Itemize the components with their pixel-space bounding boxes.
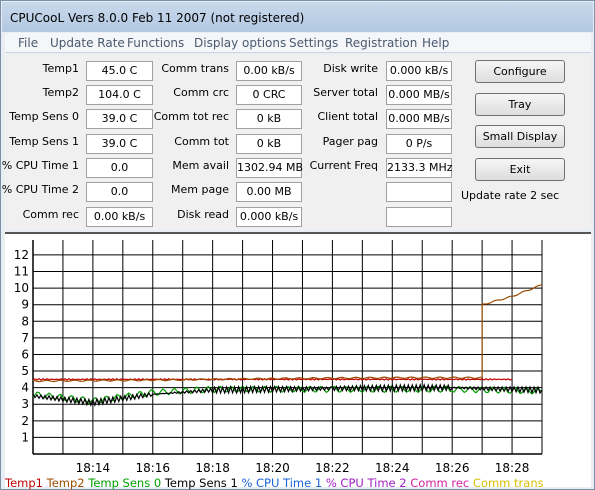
pager-pag-label: Pager pag [322, 135, 378, 148]
y-tick-label: 12 [14, 248, 29, 262]
mem-avail-value: 1302.94 MB [236, 158, 303, 178]
disk-write-value: 0.000 kB/s [386, 61, 452, 81]
configure-button[interactable]: Configure [475, 60, 565, 83]
comm-trans-value: 0.00 kB/s [236, 61, 302, 81]
window-title: CPUCooL Vers 8.0.0 Feb 11 2007 (not regi… [10, 11, 305, 25]
temp1-label: Temp1 [42, 62, 79, 75]
y-tick-label: 1 [21, 430, 29, 444]
x-tick-label: 18:16 [135, 461, 170, 475]
comm-tot-value: 0 kB [236, 134, 302, 154]
cpu-time1-label: % CPU Time 1 [1, 159, 79, 172]
legend-item-temp2: Temp2 [46, 476, 89, 490]
history-chart: 1 2 3 4 5 6 7 8 9 10 11 12 18:14 18:16 18:18 18:20 18:22… [5, 232, 591, 489]
chart-plot: 12345678910111218:14 18:16 18:18 18:20 18:22… [14, 240, 543, 475]
comm-tot-rec-label: Comm tot rec [153, 110, 229, 123]
x-tick-label: 18:28 [495, 461, 530, 475]
cpu-time2-label: % CPU Time 2 [1, 183, 79, 196]
y-tick-label: 4 [21, 381, 29, 395]
temp-sens1-label: Temp Sens 1 [9, 135, 79, 148]
mem-avail-label: Mem avail [172, 159, 229, 172]
cpu-time2-value: 0.0 [86, 182, 153, 202]
temp2-value: 104.0 C [86, 85, 153, 105]
legend-item-comm-trans: Comm trans [472, 476, 544, 490]
disk-read-value: 0.000 kB/s [236, 207, 302, 227]
readings-panel: Temp1 45.0 C Temp2 104.0 C Temp Sens 0 3… [1, 54, 591, 230]
pager-pag-value: 0 P/s [386, 134, 452, 154]
comm-trans-label: Comm trans [161, 62, 229, 75]
x-tick-label: 18:26 [435, 461, 470, 475]
legend-item-temp-sens-0: Temp Sens 0 [88, 476, 165, 490]
menu-file[interactable]: File [18, 36, 38, 50]
temp-sens0-label: Temp Sens 0 [9, 110, 79, 123]
comm-tot-rec-value: 0 kB [236, 109, 302, 129]
temp-sens0-value: 39.0 C [86, 109, 153, 129]
legend-item-temp-sens-1: Temp Sens 1 [164, 476, 242, 490]
y-tick-label: 11 [14, 265, 29, 279]
empty-field-2 [386, 207, 452, 227]
small-display-button[interactable]: Small Display [475, 125, 565, 148]
menu-functions[interactable]: Functions [127, 36, 184, 50]
update-rate-text: Update rate 2 sec [461, 189, 560, 202]
y-tick-label: 5 [21, 364, 29, 378]
y-tick-label: 8 [21, 314, 29, 328]
menu-display-options[interactable]: Display options [194, 36, 286, 50]
comm-tot-label: Comm tot [174, 135, 229, 148]
exit-button[interactable]: Exit [475, 158, 565, 181]
tray-button[interactable]: Tray [475, 93, 565, 116]
temp-sens1-value: 39.0 C [86, 134, 153, 154]
comm-rec-value: 0.00 kB/s [86, 207, 153, 227]
chart-legend: Temp1 Temp2 Temp Sens 0 Temp Sens 1 % CP… [5, 477, 591, 489]
y-tick-label: 3 [21, 397, 29, 411]
client-total-label: Client total [317, 110, 379, 123]
x-tick-label: 18:20 [255, 461, 290, 475]
current-freq-value: 2133.3 MHz [386, 158, 453, 178]
legend-item-comm-rec: Comm rec [410, 476, 473, 490]
client-total-value: 0.000 MB/s [386, 109, 452, 129]
legend-item--cpu-time-2: % CPU Time 2 [325, 476, 411, 490]
comm-crc-value: 0 CRC [236, 85, 302, 105]
mem-page-label: Mem page [171, 183, 229, 196]
menu-bar: File Update Rate Functions Display optio… [5, 33, 591, 53]
cpu-time1-value: 0.0 [86, 158, 153, 178]
y-tick-label: 9 [21, 298, 29, 312]
menu-help[interactable]: Help [422, 36, 449, 50]
x-tick-label: 18:14 [76, 461, 111, 475]
menu-settings[interactable]: Settings [289, 36, 338, 50]
y-tick-label: 10 [14, 281, 29, 295]
y-tick-label: 2 [21, 414, 29, 428]
y-tick-label: 6 [21, 347, 29, 361]
comm-rec-label: Comm rec [22, 208, 79, 221]
empty-field-1 [386, 182, 452, 202]
current-freq-label: Current Freq [309, 159, 378, 172]
app-window: CPUCooL Vers 8.0.0 Feb 11 2007 (not regi… [0, 0, 595, 490]
series-line-temp2 [32, 284, 543, 383]
disk-write-label: Disk write [323, 62, 378, 75]
mem-page-value: 0.00 MB [236, 182, 302, 202]
server-total-value: 0.000 MB/s [386, 85, 452, 105]
x-tick-label: 18:18 [195, 461, 230, 475]
menu-registration[interactable]: Registration [345, 36, 417, 50]
x-tick-label: 18:22 [315, 461, 350, 475]
comm-crc-label: Comm crc [173, 86, 229, 99]
legend-item-temp1: Temp1 [5, 476, 47, 490]
y-tick-label: 7 [21, 331, 29, 345]
disk-read-label: Disk read [177, 208, 229, 221]
server-total-label: Server total [313, 86, 378, 99]
x-tick-label: 18:24 [375, 461, 410, 475]
temp1-value: 45.0 C [86, 61, 153, 81]
legend-item--cpu-time-1: % CPU Time 1 [241, 476, 326, 490]
temp2-label: Temp2 [42, 86, 79, 99]
title-bar[interactable]: CPUCooL Vers 8.0.0 Feb 11 2007 (not regi… [2, 2, 593, 32]
menu-update-rate[interactable]: Update Rate [50, 36, 125, 50]
